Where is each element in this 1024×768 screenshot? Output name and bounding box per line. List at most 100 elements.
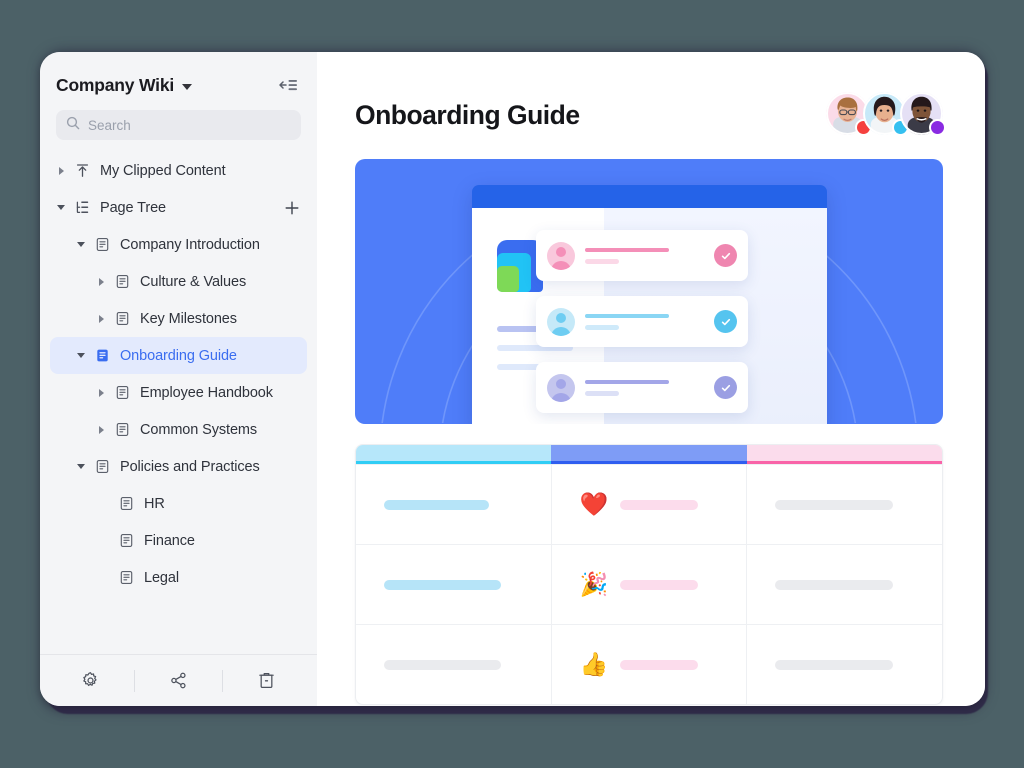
table-row[interactable]: 🎉 <box>356 544 942 624</box>
sidebar-item-hr[interactable]: HR <box>50 485 307 522</box>
table-cell[interactable] <box>746 625 942 704</box>
settings-button[interactable] <box>77 668 103 694</box>
sidebar-item-label: Finance <box>144 532 195 549</box>
placeholder-pill <box>620 659 699 670</box>
hero-browser-body <box>472 208 827 424</box>
placeholder-pill <box>384 659 501 670</box>
plus-icon[interactable] <box>283 199 301 217</box>
table-cell[interactable] <box>746 545 942 624</box>
check-circle-icon <box>714 376 737 399</box>
table-cell[interactable] <box>746 465 942 544</box>
delete-button[interactable] <box>254 668 280 694</box>
sidebar-item-label: Common Systems <box>140 421 258 438</box>
sidebar-item-label: Policies and Practices <box>120 458 260 475</box>
hero-card-avatar <box>547 373 575 402</box>
sidebar-item-my-clipped-content[interactable]: My Clipped Content <box>50 152 307 189</box>
table-header-row <box>356 445 942 464</box>
footer-divider <box>222 669 224 692</box>
chevron-right-icon[interactable] <box>94 312 108 326</box>
table-column-header-1[interactable] <box>356 445 552 464</box>
sidebar-item-label: Culture & Values <box>140 273 247 290</box>
red-heart-emoji: ❤️ <box>579 491 609 517</box>
search-input[interactable] <box>88 117 291 133</box>
sidebar-search-wrap <box>40 106 317 150</box>
sidebar-item-label: Company Introduction <box>120 236 260 253</box>
table-cell[interactable] <box>356 465 551 544</box>
main-header: Onboarding Guide <box>355 92 946 136</box>
page-tree: My Clipped Content Page Tree Company Int… <box>40 150 317 654</box>
chevron-down-icon[interactable] <box>54 201 68 215</box>
chevron-right-icon[interactable] <box>94 423 108 437</box>
sidebar-item-label: Page Tree <box>100 199 167 216</box>
document-icon <box>118 495 135 512</box>
check-circle-icon <box>714 310 737 333</box>
thumbs-up-emoji: 👍 <box>579 651 609 677</box>
workspace-title[interactable]: Company Wiki <box>56 75 174 96</box>
search-box[interactable] <box>56 110 301 140</box>
sidebar-item-onboarding-guide[interactable]: Onboarding Guide <box>50 337 307 374</box>
collaborator-avatars <box>826 92 946 136</box>
sidebar-item-culture-and-values[interactable]: Culture & Values <box>50 263 307 300</box>
sidebar-item-page-tree[interactable]: Page Tree <box>50 189 307 226</box>
hero-list-card <box>536 296 748 347</box>
chevron-down-icon[interactable] <box>74 349 88 363</box>
table-cell[interactable]: 👍 <box>550 625 747 704</box>
table-cell[interactable]: ❤️ <box>550 465 747 544</box>
placeholder-pill <box>620 499 699 510</box>
table-row[interactable]: ❤️ <box>356 464 942 544</box>
hero-list-card <box>536 362 748 413</box>
search-icon <box>66 116 80 135</box>
table-row[interactable]: 👍 <box>356 624 942 704</box>
sidebar-item-label: Key Milestones <box>140 310 237 327</box>
placeholder-pill <box>384 499 489 510</box>
table-cell[interactable] <box>356 545 551 624</box>
sidebar-footer <box>40 654 317 706</box>
document-icon <box>94 236 111 253</box>
chevron-down-icon[interactable] <box>74 238 88 252</box>
document-icon <box>118 532 135 549</box>
chevron-right-icon[interactable] <box>94 386 108 400</box>
footer-divider <box>133 669 135 692</box>
chevron-right-icon[interactable] <box>94 275 108 289</box>
sidebar-item-label: HR <box>144 495 165 512</box>
share-button[interactable] <box>165 668 191 694</box>
sidebar-item-policies-and-practices[interactable]: Policies and Practices <box>50 448 307 485</box>
document-icon <box>114 310 131 327</box>
document-icon <box>114 421 131 438</box>
sidebar-item-company-introduction[interactable]: Company Introduction <box>50 226 307 263</box>
sidebar-item-key-milestones[interactable]: Key Milestones <box>50 300 307 337</box>
party-popper-emoji: 🎉 <box>579 571 609 597</box>
sidebar-item-label: Legal <box>144 569 179 586</box>
document-icon <box>114 384 131 401</box>
sidebar-item-employee-handbook[interactable]: Employee Handbook <box>50 374 307 411</box>
placeholder-pill <box>384 579 501 590</box>
hero-list-panel <box>536 208 827 424</box>
document-icon-active <box>94 347 111 364</box>
table-cell[interactable] <box>356 625 551 704</box>
avatar-3[interactable] <box>900 92 946 136</box>
chevron-down-icon[interactable] <box>182 83 193 90</box>
hero-card-lines <box>585 379 708 396</box>
sidebar-item-finance[interactable]: Finance <box>50 522 307 559</box>
status-dot <box>929 119 946 136</box>
hero-card-lines <box>585 247 708 264</box>
table-column-header-2[interactable] <box>551 445 747 464</box>
chevron-down-icon[interactable] <box>74 460 88 474</box>
sidebar-item-label: Onboarding Guide <box>120 347 237 364</box>
table-column-header-3[interactable] <box>746 445 942 464</box>
hero-illustration <box>355 159 943 424</box>
sidebar-item-label: Employee Handbook <box>140 384 273 401</box>
document-icon <box>94 458 111 475</box>
app-window: Company Wiki Search My Clipped Content P… <box>40 52 985 706</box>
chevron-right-icon[interactable] <box>54 164 68 178</box>
sidebar: Company Wiki Search My Clipped Content P… <box>40 52 317 706</box>
page-tree-icon <box>74 199 91 216</box>
table-cell[interactable]: 🎉 <box>550 545 747 624</box>
collapse-sidebar-icon[interactable] <box>277 74 299 96</box>
sidebar-item-legal[interactable]: Legal <box>50 559 307 596</box>
sidebar-item-label: My Clipped Content <box>100 162 226 179</box>
sidebar-item-common-systems[interactable]: Common Systems <box>50 411 307 448</box>
hero-browser-mock <box>472 185 827 424</box>
hero-card-avatar <box>547 307 575 336</box>
page-title: Onboarding Guide <box>355 100 580 130</box>
